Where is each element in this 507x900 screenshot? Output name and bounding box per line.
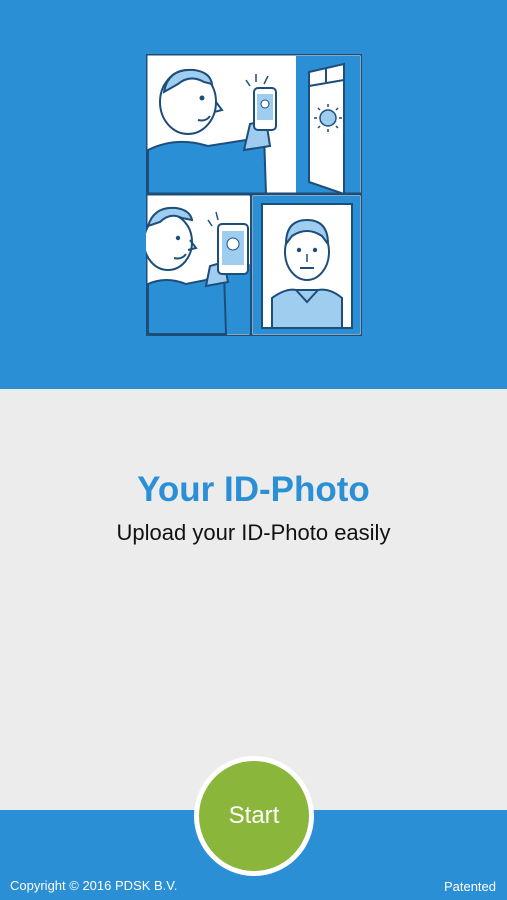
patented-label: Patented bbox=[443, 879, 496, 894]
copyright-text: Copyright © 2016 PDSK B.V. bbox=[10, 878, 178, 893]
content-area bbox=[0, 389, 507, 810]
hero-banner bbox=[0, 0, 507, 389]
selfie-id-photo-illustration bbox=[146, 54, 362, 336]
bottom-left-panel bbox=[146, 196, 250, 335]
page-subtitle: Upload your ID-Photo easily bbox=[116, 520, 391, 545]
bottom-right-panel bbox=[253, 196, 360, 334]
start-button[interactable]: Start bbox=[199, 761, 309, 871]
page-title: Your ID-Photo bbox=[137, 470, 370, 509]
